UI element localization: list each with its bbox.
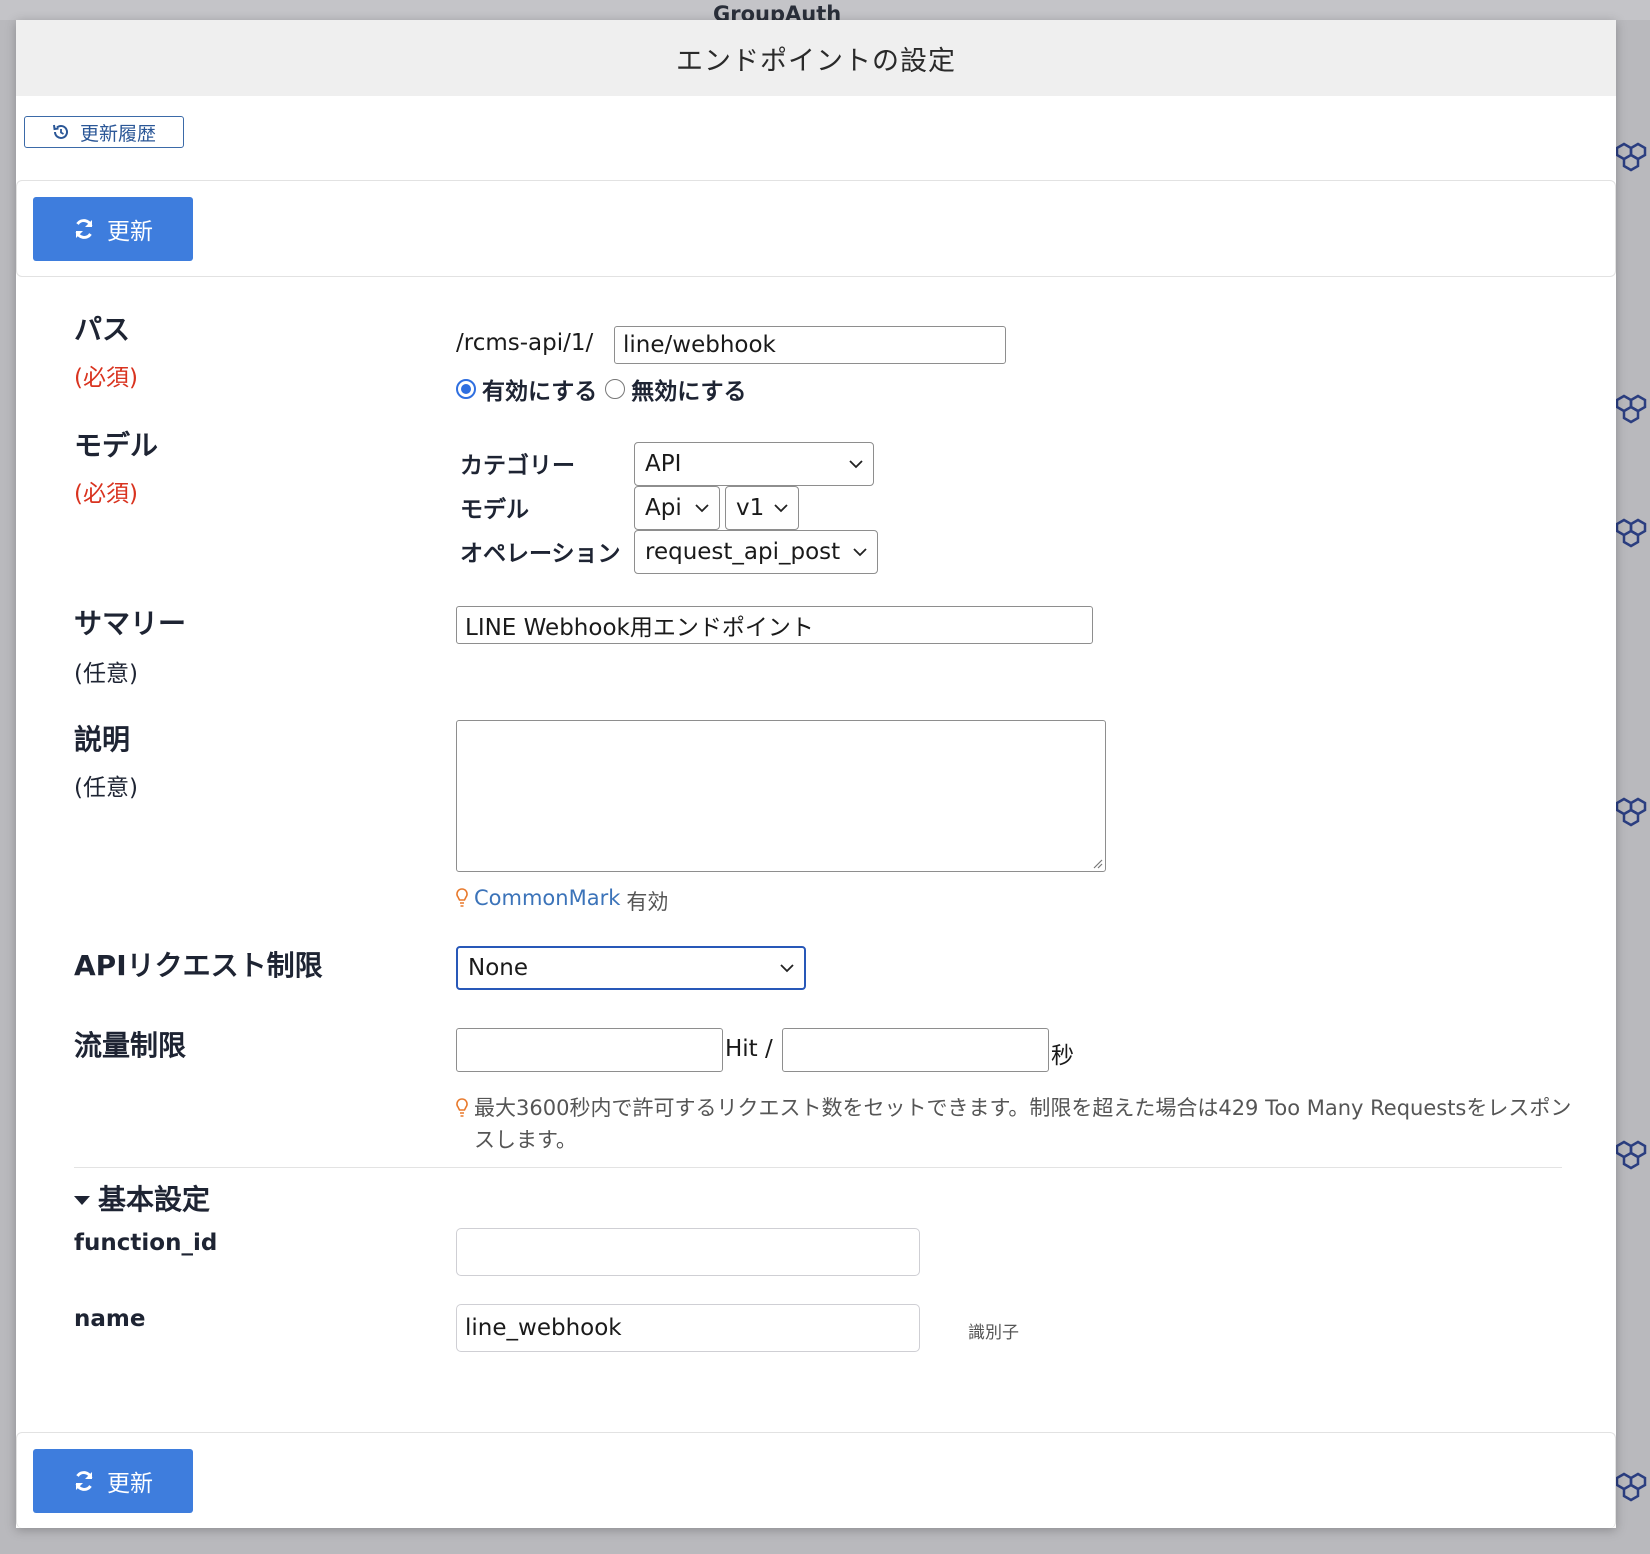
rate-hits-input[interactable]: [456, 1028, 723, 1072]
path-required: (必須): [74, 365, 138, 391]
disable-radio-label[interactable]: 無効にする: [631, 372, 746, 406]
cube-icon[interactable]: [1614, 1138, 1648, 1172]
basic-settings-title: 基本設定: [98, 1183, 211, 1216]
rate-seconds-input[interactable]: [782, 1028, 1049, 1072]
path-label: パス: [74, 313, 131, 346]
update-button-top[interactable]: 更新: [33, 197, 193, 261]
hit-unit: Hit /: [725, 1036, 773, 1062]
api-limit-label: APIリクエスト制限: [74, 949, 323, 982]
history-button[interactable]: 更新履歴: [24, 116, 184, 148]
update-button-label: 更新: [107, 1470, 153, 1496]
name-input[interactable]: [456, 1304, 920, 1352]
version-select-value: v1: [736, 495, 765, 521]
history-button-label: 更新履歴: [79, 123, 156, 145]
chevron-down-icon: [853, 548, 867, 557]
chevron-down-icon: [695, 504, 709, 513]
cube-icon[interactable]: [1614, 1470, 1648, 1504]
section-divider: [74, 1167, 1562, 1168]
category-select[interactable]: API: [634, 442, 874, 486]
category-label: カテゴリー: [460, 453, 575, 479]
lightbulb-icon: [456, 888, 468, 907]
cube-icon[interactable]: [1614, 392, 1648, 426]
summary-optional: (任意): [74, 661, 138, 687]
name-help-text: 識別子: [968, 1323, 1019, 1343]
description-label: 説明: [74, 723, 131, 756]
commonmark-status: 有効: [626, 890, 669, 914]
model-label: モデル: [74, 429, 159, 462]
enable-radio[interactable]: [456, 379, 476, 399]
refresh-icon: [75, 1471, 93, 1491]
version-select[interactable]: v1: [725, 486, 799, 530]
model-select-value: Api: [645, 495, 682, 521]
chevron-down-icon: [849, 460, 863, 469]
path-input[interactable]: [614, 326, 1006, 364]
caret-down-icon: [74, 1195, 90, 1205]
rate-limit-label: 流量制限: [74, 1029, 187, 1062]
model-sub-label: モデル: [460, 497, 529, 523]
operation-select[interactable]: request_api_post: [634, 530, 878, 574]
endpoint-settings-modal: エンドポイントの設定 更新履歴 更新 パス (必須) /rcms-api/1/ …: [16, 20, 1616, 1528]
path-status-group: 有効にする 無効にする: [456, 372, 746, 406]
modal-title: エンドポイントの設定: [16, 20, 1616, 96]
lightbulb-icon: [456, 1098, 468, 1117]
history-icon: [52, 124, 68, 139]
chevron-down-icon: [774, 504, 788, 513]
model-required: (必須): [74, 481, 138, 507]
model-select[interactable]: Api: [634, 486, 720, 530]
description-optional: (任意): [74, 775, 138, 801]
update-button-bottom[interactable]: 更新: [33, 1449, 193, 1513]
chevron-down-icon: [780, 964, 794, 973]
cube-icon[interactable]: [1614, 516, 1648, 550]
operation-select-value: request_api_post: [645, 539, 841, 565]
rate-limit-note: 最大3600秒内で許可するリクエスト数をセットできます。制限を超えた場合は429…: [456, 1092, 1576, 1156]
top-toolbar: 更新: [16, 180, 1616, 277]
summary-input[interactable]: [456, 606, 1093, 644]
category-select-value: API: [645, 451, 682, 477]
description-textarea[interactable]: [456, 720, 1106, 872]
name-label: name: [74, 1306, 146, 1332]
operation-label: オペレーション: [460, 541, 621, 567]
enable-radio-label[interactable]: 有効にする: [482, 372, 597, 406]
commonmark-hint: CommonMark 有効: [456, 886, 668, 916]
basic-settings-toggle[interactable]: 基本設定: [74, 1178, 210, 1218]
refresh-icon: [75, 219, 93, 239]
seconds-unit: 秒: [1051, 1043, 1074, 1069]
api-limit-select-value: None: [468, 955, 529, 981]
bottom-toolbar: 更新: [16, 1432, 1616, 1528]
cube-icon[interactable]: [1614, 140, 1648, 174]
commonmark-link[interactable]: CommonMark: [474, 886, 620, 910]
function-id-input[interactable]: [456, 1228, 920, 1276]
resize-handle-icon[interactable]: [1091, 857, 1103, 869]
api-limit-select[interactable]: None: [456, 946, 806, 990]
path-prefix: /rcms-api/1/: [456, 330, 594, 356]
summary-label: サマリー: [74, 607, 187, 640]
disable-radio[interactable]: [605, 379, 626, 399]
cube-icon[interactable]: [1614, 795, 1648, 829]
function-id-label: function_id: [74, 1230, 218, 1256]
rate-limit-note-text: 最大3600秒内で許可するリクエスト数をセットできます。制限を超えた場合は429…: [474, 1096, 1572, 1152]
update-button-label: 更新: [107, 218, 153, 244]
